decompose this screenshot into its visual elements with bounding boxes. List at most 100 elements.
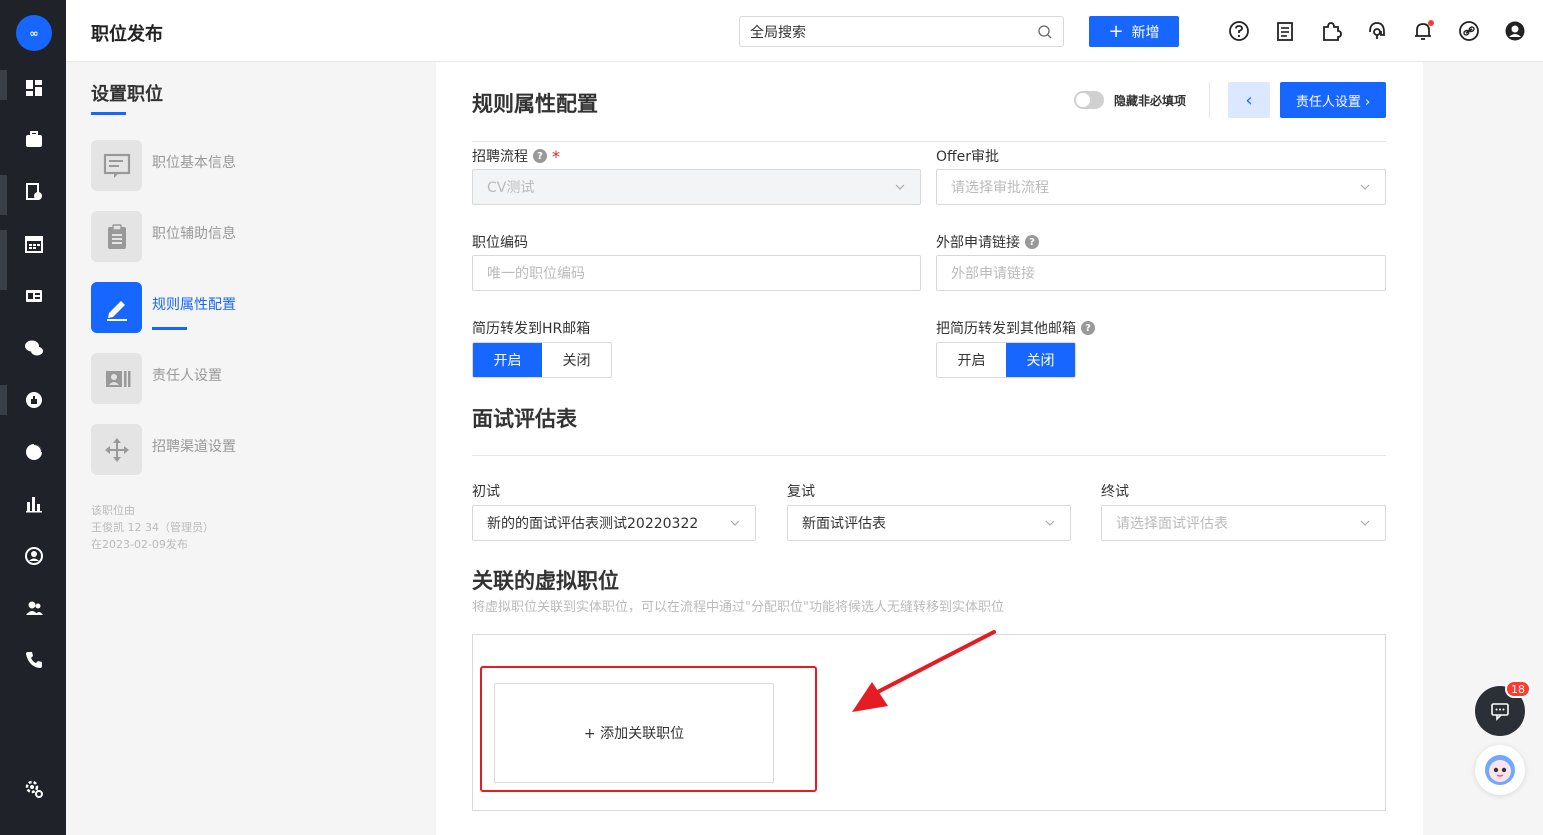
chevron-down-icon <box>1360 520 1370 526</box>
global-search-input[interactable]: 全局搜索 <box>739 16 1064 47</box>
rules-card: 规则属性配置 隐藏非必填项 ‹ 责任人设置 › 招聘流程 ? * CV测试 Of… <box>436 62 1423 835</box>
divider <box>1209 82 1210 118</box>
final-round-label: 终试 <box>1101 484 1129 500</box>
offer-approval-select[interactable]: 请选择审批流程 <box>936 169 1386 205</box>
job-code-label: 职位编码 <box>472 235 528 251</box>
assistant-bot-button[interactable] <box>1475 745 1525 795</box>
add-new-button[interactable]: + 新增 <box>1089 16 1179 47</box>
bell-icon[interactable] <box>1412 20 1434 42</box>
required-mark: * <box>552 146 560 166</box>
final-round-label-group: 终试 <box>1101 481 1129 501</box>
external-link-label: 外部申请链接 <box>936 235 1020 251</box>
step-owner-settings[interactable]: 责任人设置 <box>91 353 291 405</box>
calendar-icon[interactable] <box>23 233 45 255</box>
second-round-label: 复试 <box>787 484 815 500</box>
annotation-arrow <box>852 630 996 712</box>
chevron-down-icon <box>1360 184 1370 190</box>
help-circle-icon[interactable]: ? <box>1025 235 1039 249</box>
robot-avatar-icon <box>1485 755 1515 785</box>
step-label: 规则属性配置 <box>152 297 236 313</box>
phone-icon[interactable] <box>23 649 45 671</box>
app-logo[interactable]: ∞ <box>16 15 52 51</box>
offer-approval-label: Offer审批 <box>936 149 1000 165</box>
recruit-flow-label: 招聘流程 <box>472 149 528 165</box>
first-round-label-group: 初试 <box>472 481 500 501</box>
wechat-icon[interactable] <box>23 337 45 359</box>
second-round-select[interactable]: 新面试评估表 <box>787 505 1071 541</box>
chevron-down-icon <box>730 520 740 526</box>
search-icon <box>1038 24 1052 38</box>
virtual-job-title: 关联的虚拟职位 <box>472 569 619 593</box>
step-aux-info[interactable]: 职位辅助信息 <box>91 211 291 263</box>
first-round-select[interactable]: 新的的面试评估表测试20220322 <box>472 505 756 541</box>
second-round-label-group: 复试 <box>787 481 815 501</box>
step-label: 职位基本信息 <box>152 155 236 171</box>
page-title: 职位发布 <box>91 24 163 45</box>
forward-other-off-option[interactable]: 关闭 <box>1006 343 1075 377</box>
prev-step-button[interactable]: ‹ <box>1228 82 1270 118</box>
chat-bubble-icon <box>1491 703 1509 721</box>
window-edge <box>0 385 7 415</box>
steps-heading: 设置职位 <box>91 84 163 105</box>
publish-info-line: 该职位由 <box>91 504 135 517</box>
add-new-label: 新增 <box>1131 24 1160 41</box>
dashboard-icon[interactable] <box>23 77 45 99</box>
external-link-input[interactable]: 外部申请链接 <box>936 255 1386 291</box>
job-code-input[interactable]: 唯一的职位编码 <box>472 255 921 291</box>
main-content: 规则属性配置 隐藏非必填项 ‹ 责任人设置 › 招聘流程 ? * CV测试 Of… <box>313 62 1543 835</box>
forward-hr-off-option[interactable]: 关闭 <box>542 343 611 377</box>
settings-gear-icon[interactable] <box>23 778 45 800</box>
offer-approval-placeholder: 请选择审批流程 <box>951 180 1049 196</box>
forward-other-label-group: 把简历转发到其他邮箱 ? <box>936 318 1095 338</box>
window-edge <box>0 175 7 215</box>
forward-other-label: 把简历转发到其他邮箱 <box>936 321 1076 337</box>
first-round-value: 新的的面试评估表测试20220322 <box>487 516 699 532</box>
job-code-label-group: 职位编码 <box>472 232 528 252</box>
recruit-flow-select[interactable]: CV测试 <box>472 169 921 205</box>
briefcase-icon[interactable] <box>23 129 45 151</box>
search-placeholder: 全局搜索 <box>750 24 806 41</box>
next-step-button[interactable]: 责任人设置 › <box>1280 82 1386 118</box>
window-edge <box>0 70 7 100</box>
help-circle-icon[interactable]: ? <box>1081 321 1095 335</box>
chevron-down-icon <box>1045 520 1055 526</box>
resume-icon[interactable] <box>23 181 45 203</box>
forward-other-switch: 开启 关闭 <box>936 342 1076 378</box>
step-channel-settings[interactable]: 招聘渠道设置 <box>91 424 291 476</box>
offer-approval-label-group: Offer审批 <box>936 146 999 166</box>
move-arrows-icon <box>91 424 142 475</box>
thumbs-up-icon[interactable] <box>23 389 45 411</box>
heading-underline <box>91 112 126 115</box>
final-round-select[interactable]: 请选择面试评估表 <box>1101 505 1386 541</box>
add-linked-job-button[interactable]: + 添加关联职位 <box>494 683 774 783</box>
bar-chart-icon[interactable] <box>23 493 45 515</box>
forward-hr-on-option[interactable]: 开启 <box>473 343 542 377</box>
help-icon[interactable] <box>1228 20 1250 42</box>
support-icon[interactable] <box>1366 20 1388 42</box>
link-icon[interactable] <box>1458 20 1480 42</box>
step-label: 责任人设置 <box>152 368 222 384</box>
team-icon[interactable] <box>23 597 45 619</box>
recruit-flow-label-group: 招聘流程 ? * <box>472 146 560 166</box>
active-step-underline <box>152 327 187 330</box>
step-rules-config[interactable]: 规则属性配置 <box>91 282 291 334</box>
step-label: 招聘渠道设置 <box>152 439 236 455</box>
account-icon[interactable] <box>1504 20 1526 42</box>
step-basic-info[interactable]: 职位基本信息 <box>91 140 291 192</box>
interview-title: 面试评估表 <box>472 407 577 431</box>
virtual-job-description: 将虚拟职位关联到实体职位，可以在流程中通过"分配职位"功能将候选人无缝转移到实体… <box>472 600 1004 615</box>
external-link-label-group: 外部申请链接 ? <box>936 232 1039 252</box>
publish-info: 该职位由 王俊凯 12 34（管理员） 在2023-02-09发布 <box>91 502 214 553</box>
help-circle-icon[interactable]: ? <box>533 149 547 163</box>
id-card-icon[interactable] <box>23 285 45 307</box>
forward-other-on-option[interactable]: 开启 <box>937 343 1006 377</box>
clipboard-icon <box>91 211 142 262</box>
chevron-down-icon <box>895 184 905 190</box>
person-circle-icon[interactable] <box>23 545 45 567</box>
publish-info-line: 王俊凯 12 34（管理员） <box>91 521 214 534</box>
pie-chart-icon[interactable] <box>23 441 45 463</box>
forward-hr-label: 简历转发到HR邮箱 <box>472 321 591 337</box>
hide-optional-toggle[interactable] <box>1074 91 1104 109</box>
document-icon[interactable] <box>1274 20 1296 42</box>
puzzle-icon[interactable] <box>1320 20 1342 42</box>
